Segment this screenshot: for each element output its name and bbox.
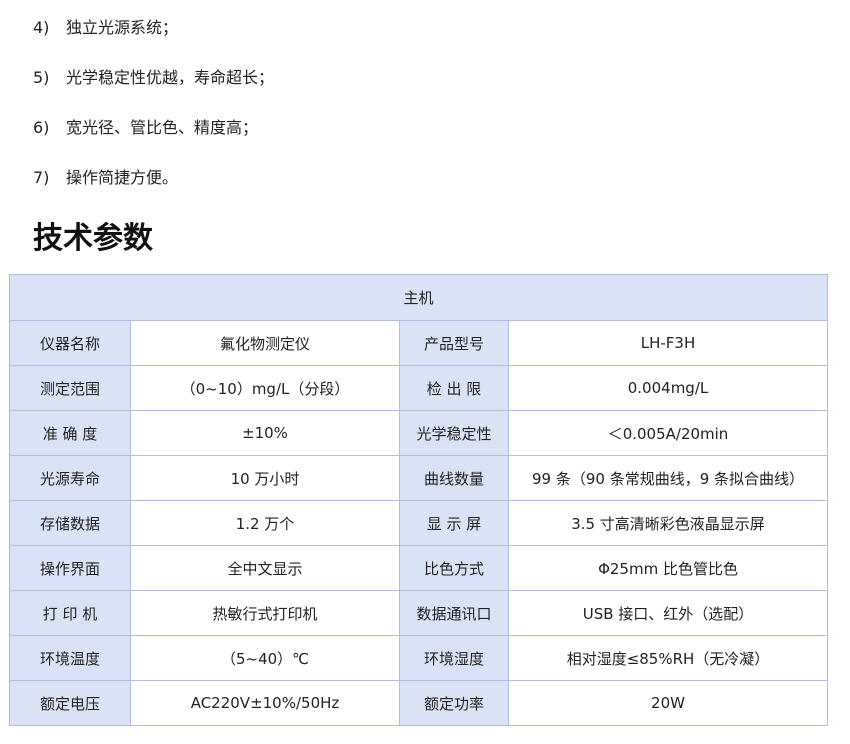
section-title: 技术参数 [33, 221, 153, 256]
spec-table: 主机 仪器名称 氟化物测定仪 产品型号 LH-F3H 测定范围 （0~10）mg… [8, 274, 829, 726]
spec-label: 存储数据 [9, 500, 131, 546]
spec-value: （0~10）mg/L（分段） [130, 365, 400, 411]
spec-value: 10 万小时 [130, 455, 400, 501]
spec-label: 操作界面 [9, 545, 131, 591]
table-row: 准 确 度 ±10% 光学稳定性 ＜0.005A/20min [9, 410, 829, 456]
spec-value: LH-F3H [507, 320, 829, 366]
spec-label: 光学稳定性 [399, 410, 509, 456]
feature-item: 6) 宽光径、管比色、精度高； [33, 114, 274, 164]
table-row: 存储数据 1.2 万个 显 示 屏 3.5 寸高清晰彩色液晶显示屏 [9, 500, 829, 546]
table-header: 主机 [8, 274, 829, 321]
table-row: 操作界面 全中文显示 比色方式 Φ25mm 比色管比色 [9, 545, 829, 591]
spec-label: 检 出 限 [399, 365, 509, 411]
feature-number: 7) [33, 168, 50, 187]
feature-number: 5) [33, 68, 50, 87]
table-row: 打 印 机 热敏行式打印机 数据通讯口 USB 接口、红外（选配） [9, 590, 829, 636]
table-row: 仪器名称 氟化物测定仪 产品型号 LH-F3H [9, 320, 829, 366]
table-row: 光源寿命 10 万小时 曲线数量 99 条（90 条常规曲线，9 条拟合曲线） [9, 455, 829, 501]
feature-item: 4) 独立光源系统； [33, 14, 274, 64]
spec-label: 数据通讯口 [399, 590, 509, 636]
spec-label: 光源寿命 [9, 455, 131, 501]
spec-value: 热敏行式打印机 [130, 590, 400, 636]
spec-label: 曲线数量 [399, 455, 509, 501]
spec-value: 0.004mg/L [507, 365, 829, 411]
table-row: 额定电压 AC220V±10%/50Hz 额定功率 20W [9, 680, 829, 726]
spec-label: 仪器名称 [9, 320, 131, 366]
feature-text: 独立光源系统； [66, 18, 179, 37]
spec-value: ＜0.005A/20min [507, 410, 829, 456]
feature-number: 4) [33, 18, 50, 37]
feature-list: 4) 独立光源系统； 5) 光学稳定性优越，寿命超长； 6) 宽光径、管比色、精度高；… [33, 14, 274, 214]
table-row: 测定范围 （0~10）mg/L（分段） 检 出 限 0.004mg/L [9, 365, 829, 411]
spec-value: Φ25mm 比色管比色 [507, 545, 829, 591]
spec-value: 相对湿度≤85%RH（无冷凝） [507, 635, 829, 681]
spec-value: AC220V±10%/50Hz [130, 680, 400, 726]
spec-value: USB 接口、红外（选配） [507, 590, 829, 636]
spec-label: 打 印 机 [9, 590, 131, 636]
feature-number: 6) [33, 118, 50, 137]
table-header-row: 主机 [8, 274, 829, 321]
spec-value: ±10% [130, 410, 400, 456]
feature-text: 操作简捷方便。 [66, 168, 179, 187]
feature-text: 光学稳定性优越，寿命超长； [66, 68, 275, 87]
spec-label: 产品型号 [399, 320, 509, 366]
spec-value: （5~40）℃ [130, 635, 400, 681]
spec-label: 额定功率 [399, 680, 509, 726]
feature-item: 5) 光学稳定性优越，寿命超长； [33, 64, 274, 114]
table-row: 环境温度 （5~40）℃ 环境湿度 相对湿度≤85%RH（无冷凝） [9, 635, 829, 681]
feature-item: 7) 操作简捷方便。 [33, 164, 274, 214]
spec-value: 氟化物测定仪 [130, 320, 400, 366]
feature-text: 宽光径、管比色、精度高； [66, 118, 259, 137]
spec-label: 显 示 屏 [399, 500, 509, 546]
spec-label: 测定范围 [9, 365, 131, 411]
spec-label: 比色方式 [399, 545, 509, 591]
spec-label: 环境温度 [9, 635, 131, 681]
spec-label: 准 确 度 [9, 410, 131, 456]
spec-label: 额定电压 [9, 680, 131, 726]
spec-label: 环境湿度 [399, 635, 509, 681]
spec-value: 99 条（90 条常规曲线，9 条拟合曲线） [507, 455, 829, 501]
spec-value: 全中文显示 [130, 545, 400, 591]
spec-value: 3.5 寸高清晰彩色液晶显示屏 [507, 500, 829, 546]
spec-value: 20W [507, 680, 829, 726]
spec-value: 1.2 万个 [130, 500, 400, 546]
